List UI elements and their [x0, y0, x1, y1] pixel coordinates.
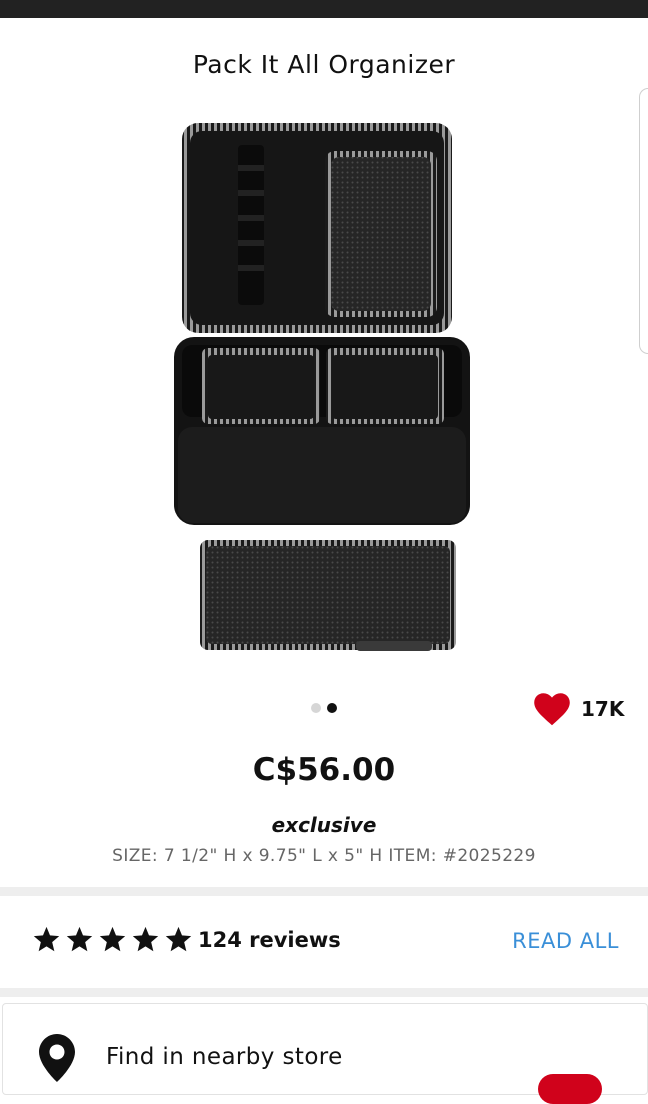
- section-divider: [0, 988, 648, 997]
- floating-action-button[interactable]: [538, 1074, 602, 1104]
- location-pin-icon: [39, 1034, 75, 1082]
- side-scroll-handle[interactable]: [639, 88, 648, 354]
- product-image[interactable]: [160, 115, 480, 675]
- read-all-link[interactable]: READ ALL: [512, 929, 619, 953]
- star-icon: [66, 926, 93, 952]
- star-icon: [33, 926, 60, 952]
- carousel-dot-active[interactable]: [327, 703, 337, 713]
- carousel-dots: [311, 703, 337, 713]
- section-divider: [0, 887, 648, 896]
- find-in-store-label: Find in nearby store: [106, 1044, 343, 1070]
- review-count: 124 reviews: [198, 928, 341, 952]
- product-title: Pack It All Organizer: [192, 50, 456, 79]
- star-icon: [165, 926, 192, 952]
- love-count: 17K: [581, 697, 625, 721]
- rating-stars: [32, 925, 193, 954]
- reviews-row[interactable]: 124 reviews READ ALL: [0, 897, 648, 987]
- product-price: C$56.00: [252, 752, 396, 788]
- carousel-dot[interactable]: [311, 703, 321, 713]
- status-bar: [0, 0, 648, 18]
- star-icon: [99, 926, 126, 952]
- product-meta: SIZE: 7 1/2" H x 9.75" L x 5" H ITEM: #2…: [112, 846, 536, 866]
- heart-icon: [534, 693, 570, 726]
- star-icon: [132, 926, 159, 952]
- exclusive-badge: exclusive: [271, 813, 377, 837]
- love-button[interactable]: 17K: [533, 692, 624, 726]
